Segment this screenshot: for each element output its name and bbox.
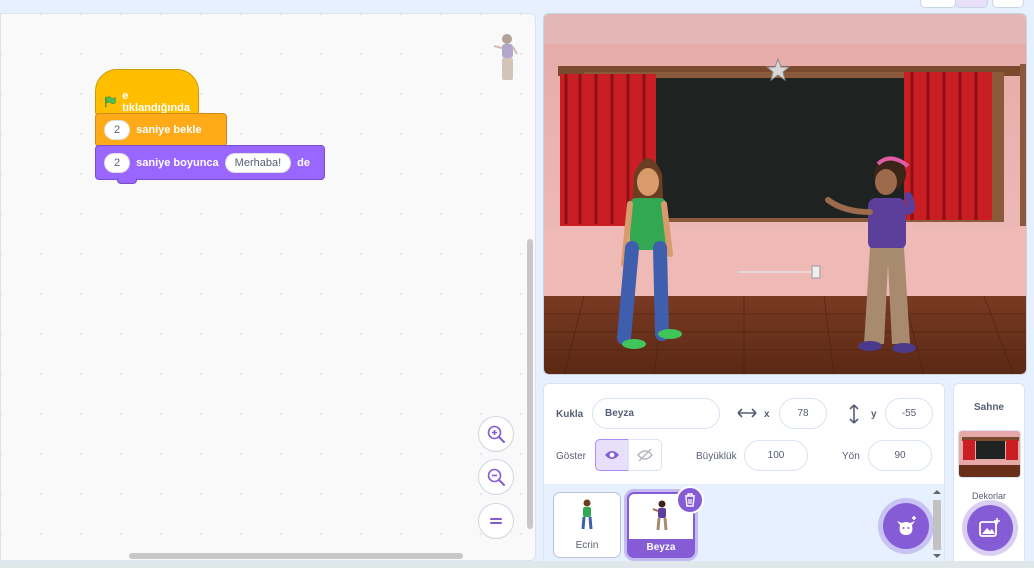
backdrops-label: Dekorlar [971,491,1006,501]
fullscreen-button[interactable] [992,0,1024,8]
large-stage-button[interactable] [955,0,988,8]
wait-block[interactable]: 2 saniye bekle [95,113,227,147]
sprite-info-panel: Kukla Beyza x 78 y -55 Göster Büyüklük 1… [543,383,945,485]
when-flag-clicked-block[interactable]: e tıklandığında [95,69,199,116]
vertical-arrows-icon [849,404,859,424]
stage-backdrop [544,14,1026,374]
trash-icon [685,493,695,507]
x-position-input[interactable]: 78 [779,398,827,429]
zoom-out-icon [487,468,505,486]
equals-icon [490,518,502,524]
eye-icon [605,451,619,459]
zoom-in-button[interactable] [478,416,514,452]
y-position-input[interactable]: -55 [885,398,933,429]
x-label: x [764,409,770,420]
y-label: y [871,409,877,420]
beyza-thumbnail [652,500,668,531]
zoom-reset-button[interactable] [478,503,514,539]
direction-input[interactable]: 90 [868,440,932,471]
choose-backdrop-button[interactable] [967,505,1013,551]
say-for-seconds-block[interactable]: 2 saniye boyunca Merhaba! de [95,145,325,180]
zoom-out-button[interactable] [478,459,514,495]
stage-target-pane[interactable]: Sahne Dekorlar [953,383,1025,563]
small-stage-button[interactable] [920,0,956,8]
sprite-list: Ecrin Beyza [543,484,945,562]
wait-seconds-input[interactable]: 2 [104,120,131,140]
size-label: Büyüklük [696,451,737,462]
stage-thumbnail[interactable] [958,430,1021,478]
code-workspace[interactable]: e tıklandığında 2 saniye bekle 2 saniye … [0,13,536,561]
current-sprite-watermark-icon [493,34,518,80]
sprite-tile-ecrin[interactable]: Ecrin [553,492,621,558]
eye-slash-icon [637,448,653,462]
stage-thumbnail-image [959,431,1020,477]
horizontal-arrows-icon [737,408,757,418]
sprite-name-label: Kukla [556,409,584,420]
taskbar [0,561,1034,568]
sprite-name-input[interactable]: Beyza [592,398,720,429]
size-input[interactable]: 100 [744,440,808,471]
hide-sprite-button[interactable] [628,439,662,471]
show-sprite-button[interactable] [595,439,629,471]
sprite-tile-label: Beyza [629,539,693,556]
sprite-tile-label: Ecrin [575,540,599,551]
ecrin-thumbnail [581,499,593,530]
image-add-icon [979,518,1000,537]
say-message-input[interactable]: Merhaba! [224,152,292,173]
green-flag-icon [105,95,116,107]
say-block-suffix: de [297,156,310,169]
wait-block-label: saniye bekle [136,124,202,136]
horizontal-scrollbar[interactable] [129,553,463,559]
sprite-list-scrollbar[interactable] [931,488,943,560]
zoom-in-icon [487,425,505,443]
say-seconds-input[interactable]: 2 [104,152,131,173]
hat-block-label: e tıklandığında [122,89,191,114]
stage[interactable] [543,13,1027,375]
stage-pane-title: Sahne [973,402,1004,413]
choose-sprite-button[interactable] [883,503,929,549]
say-block-label: saniye boyunca [136,156,219,169]
vertical-scrollbar[interactable] [527,239,533,529]
direction-label: Yön [842,451,860,462]
cat-add-icon [897,516,916,535]
delete-sprite-button[interactable] [676,486,704,514]
block-notch [117,178,137,184]
show-label: Göster [556,451,587,462]
